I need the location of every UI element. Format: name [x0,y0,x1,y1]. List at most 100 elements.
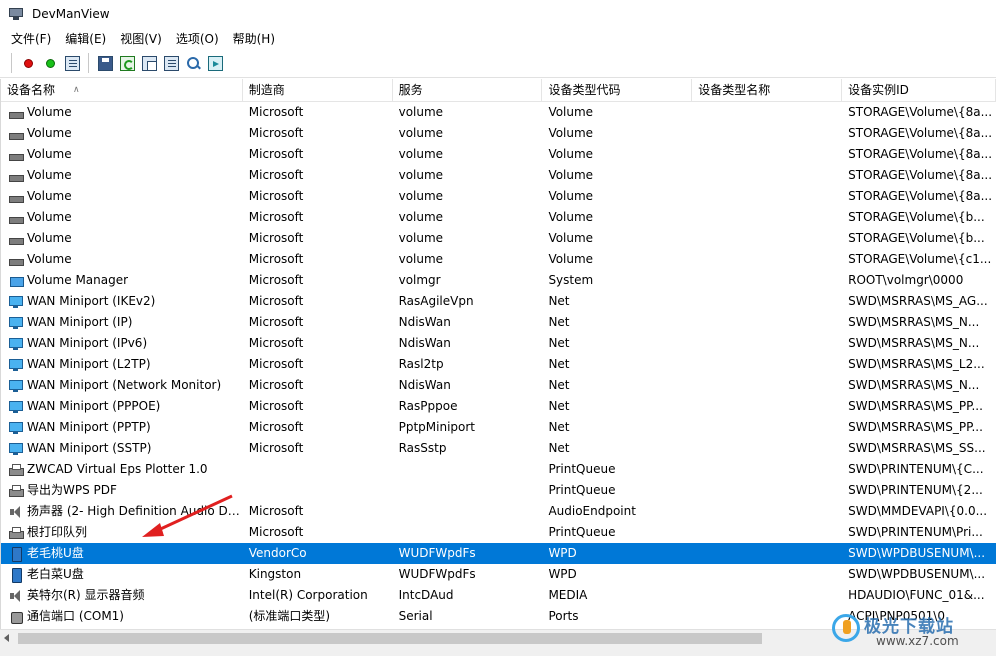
device-name-text: Volume [27,105,72,119]
table-row[interactable]: 英特尔(R) 显示器音频 Intel(R) Corporation IntcDAud… [1,585,996,606]
network-adapter-icon [9,421,23,435]
column-header-service[interactable]: 服务 [393,79,543,102]
column-header-label: 设备类型名称 [698,83,771,97]
table-row[interactable]: Volume Microsoft volume Volume STORAGE\Volum… [1,102,996,123]
cell-device-name: WAN Miniport (SSTP) [1,438,243,459]
cell-class-code: System [548,273,594,287]
table-row[interactable]: Volume Microsoft volume Volume STORAGE\Volum… [1,249,996,270]
cell-device-name: Volume [1,123,243,144]
device-name-text: Volume [27,168,72,182]
find-button[interactable] [182,52,204,74]
table-row[interactable]: Volume Microsoft volume Volume STORAGE\Volum… [1,144,996,165]
drive-icon [9,169,24,183]
cell-device-name: WAN Miniport (Network Monitor) [1,375,243,396]
cell-service: volmgr [398,273,441,287]
table-row[interactable]: Volume Microsoft volume Volume STORAGE\Volum… [1,123,996,144]
menu-file[interactable]: 文件(F) [4,29,58,49]
column-header-class-name[interactable]: 设备类型名称 [692,79,843,102]
cell-class-name [692,186,842,207]
cell-class-code: Net [548,315,570,329]
table-row[interactable]: WAN Miniport (PPPOE) Microsoft RasPppoe Net… [1,396,996,417]
table-row[interactable]: Volume Manager Microsoft volmgr System ROOT\… [1,270,996,291]
find-icon [185,55,201,71]
cell-device-name: Volume [1,186,243,207]
properties-button[interactable] [160,52,182,74]
menu-view[interactable]: 视图(V) [113,29,169,49]
column-header-manufacturer[interactable]: 制造商 [243,79,393,102]
cell-service: PptpMiniport [398,420,475,434]
copy-button[interactable] [138,52,160,74]
menu-help[interactable]: 帮助(H) [226,29,282,49]
device-name-text: Volume [27,147,72,161]
refresh-button[interactable] [116,52,138,74]
cell-class-name [692,333,842,354]
cell-service: IntcDAud [398,588,454,602]
table-row[interactable]: Volume Microsoft volume Volume STORAGE\Volum… [1,228,996,249]
cell-class-name [692,123,842,144]
portable-device-icon [9,546,23,562]
device-name-text: 扬声器 (2- High Definition Audio De... [27,504,243,518]
column-header-device-name[interactable]: 设备名称 ∧ [1,79,243,102]
column-header-instance-id[interactable]: 设备实例ID [842,79,996,102]
cell-class-name [692,438,842,459]
cell-class-name [692,270,842,291]
table-row[interactable]: WAN Miniport (Network Monitor) Microsoft N… [1,375,996,396]
table-row[interactable]: WAN Miniport (PPTP) Microsoft PptpMiniport… [1,417,996,438]
menu-options[interactable]: 选项(O) [169,29,226,49]
table-row[interactable]: WAN Miniport (IKEv2) Microsoft RasAgileVpn… [1,291,996,312]
column-header-class-code[interactable]: 设备类型代码 [542,79,693,102]
enable-device-button[interactable] [39,52,61,74]
table-row[interactable]: 通信端口 (COM1) (标准端口类型) Serial Ports ACPI\PNP05… [1,606,996,627]
cell-class-name [692,207,842,228]
cell-manufacturer: VendorCo [248,546,307,560]
cell-class-code: Ports [548,609,579,623]
table-row[interactable]: WAN Miniport (IP) Microsoft NdisWan Net SWD\… [1,312,996,333]
disable-device-button[interactable] [17,52,39,74]
device-name-text: WAN Miniport (IKEv2) [27,294,156,308]
table-row[interactable]: 老毛桃U盘 VendorCo WUDFWpdFs WPD SWD\WPDBUSENUM\… [1,543,996,564]
cell-service: NdisWan [398,315,451,329]
horizontal-scrollbar[interactable] [0,629,996,646]
table-row[interactable]: 导出为WPS PDF PrintQueue SWD\PRINTENUM\{2... [1,480,996,501]
menu-edit[interactable]: 编辑(E) [58,29,113,49]
cell-instance-id: STORAGE\Volume\{c1... [848,252,992,266]
save-icon [97,55,113,71]
cell-class-name [692,543,842,564]
network-adapter-icon [9,295,23,309]
table-row[interactable]: 扬声器 (2- High Definition Audio De... Micro… [1,501,996,522]
device-properties-button[interactable] [61,52,83,74]
red-dot-icon [23,58,33,68]
device-name-text: Volume [27,252,72,266]
save-button[interactable] [94,52,116,74]
cell-class-code: Volume [548,210,594,224]
network-adapter-icon [9,316,23,330]
table-row[interactable]: WAN Miniport (IPv6) Microsoft NdisWan Net SW… [1,333,996,354]
device-list[interactable]: 设备名称 ∧ 制造商 服务 设备类型代码 设备类型名称 设备实例ID Volume… [0,79,996,629]
network-adapter-icon [9,379,23,393]
cell-class-code: Net [548,294,570,308]
cell-service: NdisWan [398,378,451,392]
table-row[interactable]: 根打印队列 Microsoft PrintQueue SWD\PRINTENUM\Pr… [1,522,996,543]
cell-service: volume [398,231,444,245]
table-row[interactable]: WAN Miniport (L2TP) Microsoft Rasl2tp Net SW… [1,354,996,375]
cell-device-name: WAN Miniport (IPv6) [1,333,243,354]
device-gear-icon [64,55,80,71]
device-name-text: Volume [27,126,72,140]
cell-instance-id: SWD\MSRRAS\MS_N... [848,315,980,329]
table-row[interactable]: ZWCAD Virtual Eps Plotter 1.0 PrintQueue S… [1,459,996,480]
cell-manufacturer: Microsoft [248,441,304,455]
table-row[interactable]: Volume Microsoft volume Volume STORAGE\Volum… [1,207,996,228]
table-row[interactable]: WAN Miniport (SSTP) Microsoft RasSstp Net SW… [1,438,996,459]
cell-device-name: 根打印队列 [1,522,243,543]
table-row[interactable]: Volume Microsoft volume Volume STORAGE\Volum… [1,165,996,186]
table-row[interactable]: 老白菜U盘 Kingston WUDFWpdFs WPD SWD\WPDBUSENUM\… [1,564,996,585]
cell-service: volume [398,210,444,224]
cell-manufacturer: Microsoft [248,252,304,266]
cell-device-name: Volume [1,144,243,165]
scroll-left-icon[interactable] [4,634,9,642]
table-row[interactable]: Volume Microsoft volume Volume STORAGE\Volum… [1,186,996,207]
cell-device-name: ZWCAD Virtual Eps Plotter 1.0 [1,459,243,480]
exit-button[interactable] [204,52,226,74]
scrollbar-thumb[interactable] [18,633,762,644]
cell-class-code: Net [548,378,570,392]
